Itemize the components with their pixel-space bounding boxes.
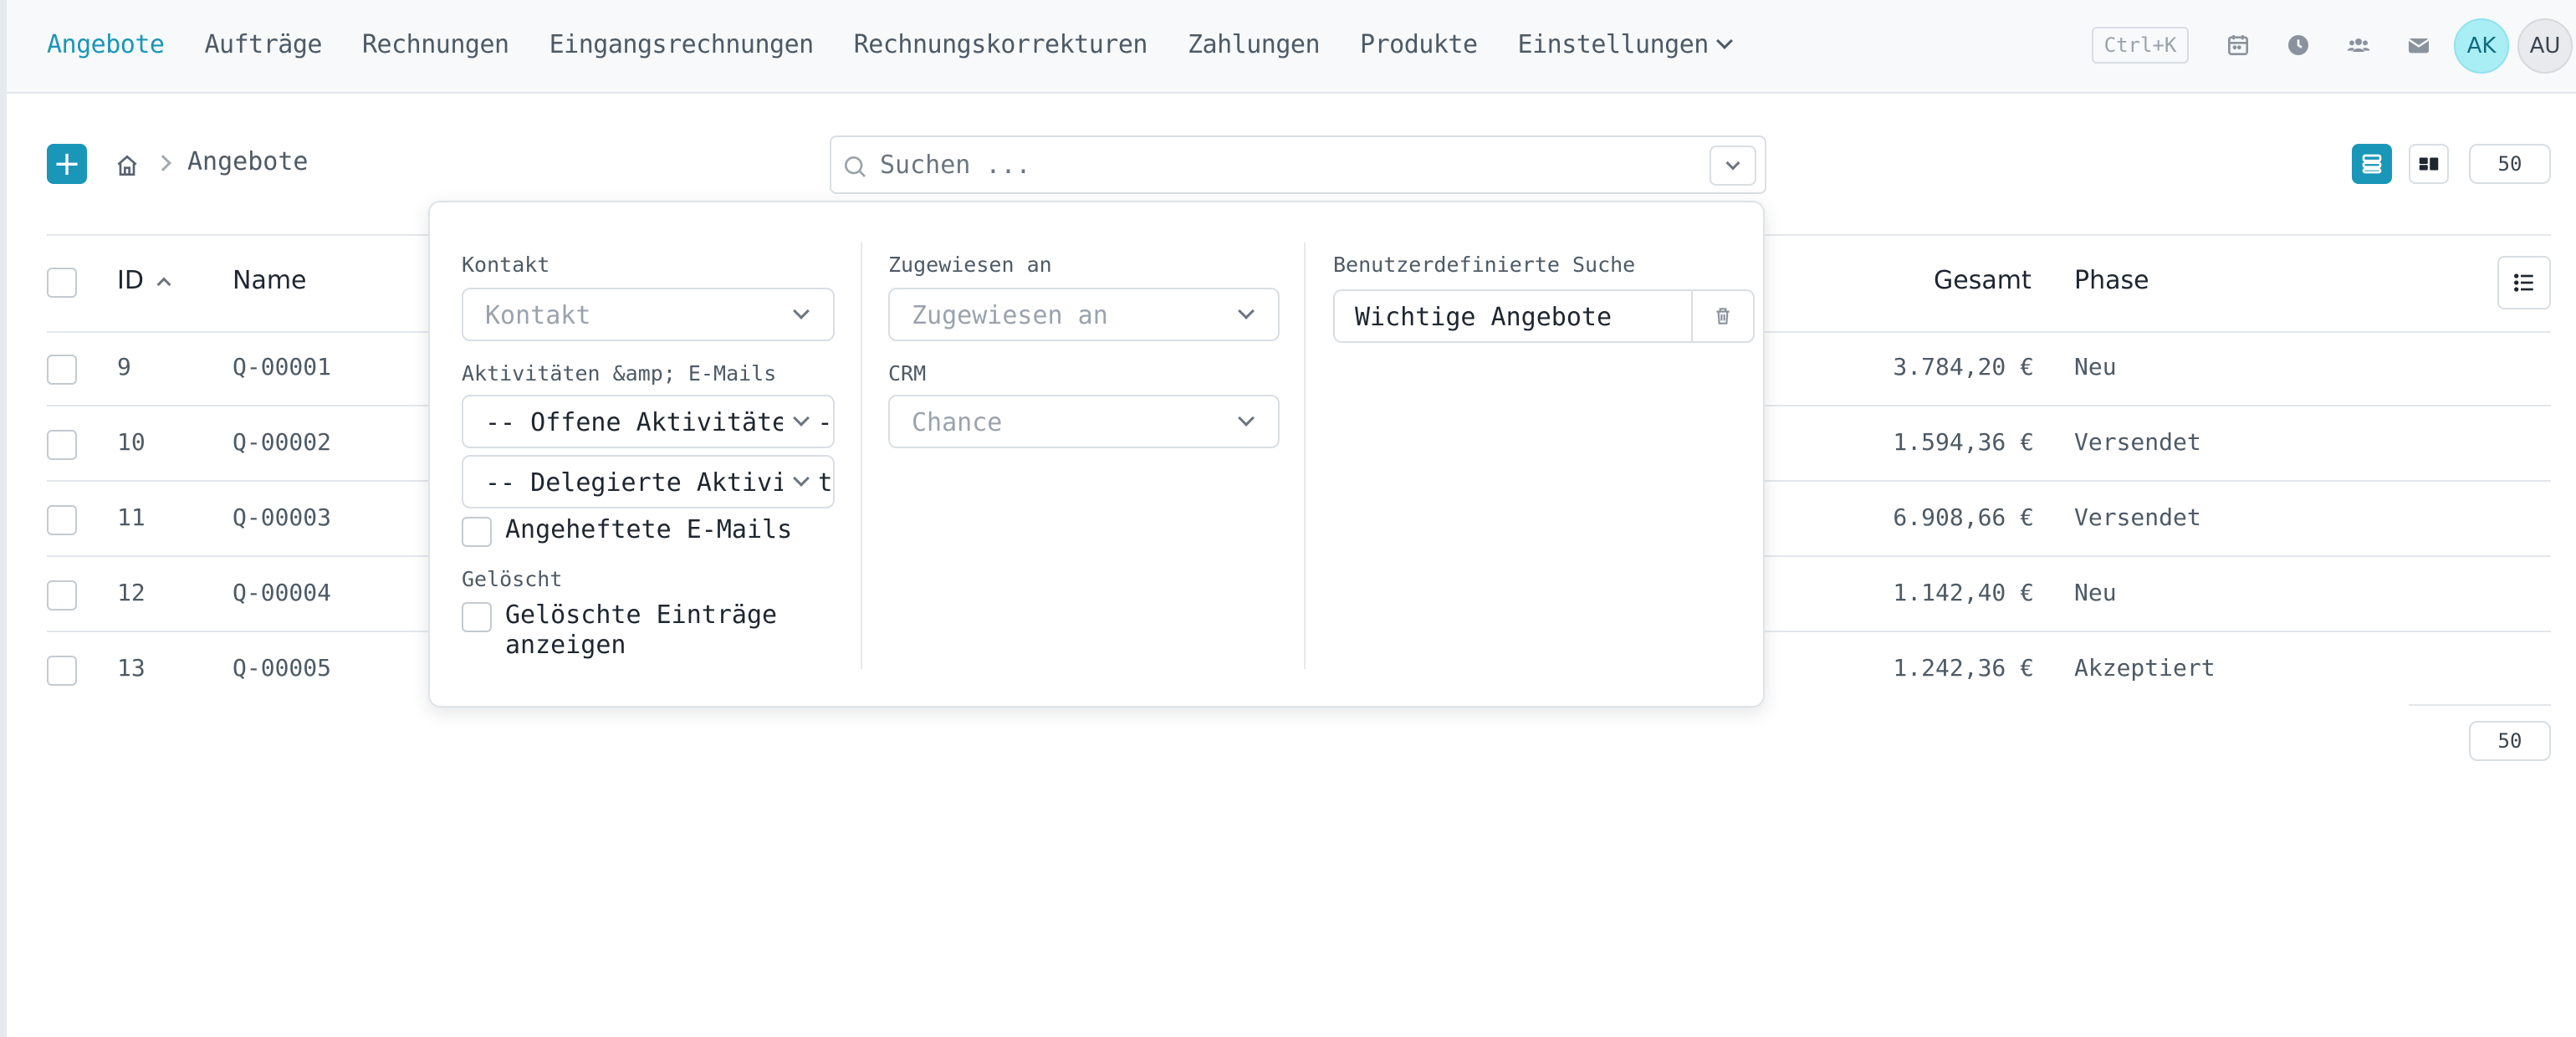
filter-popover: Kontakt Kontakt Aktivitäten &amp; E-Mail…	[428, 201, 1765, 708]
table-cell-phase: Neu	[2074, 579, 2117, 606]
custom-search-label: Benutzerdefinierte Suche	[1333, 253, 1636, 277]
command-palette-shortcut[interactable]: Ctrl+K	[2092, 27, 2189, 64]
nav-item-eingangsrechnungen[interactable]: Eingangsrechnungen	[549, 30, 815, 59]
avatar-ak[interactable]: AK	[2454, 18, 2509, 74]
column-header-name[interactable]: Name	[233, 266, 307, 295]
table-cell-id: 11	[117, 503, 146, 531]
calendar-icon[interactable]	[2225, 32, 2251, 59]
table-cell-name[interactable]: Q-00004	[233, 579, 331, 606]
table-cell-id: 13	[117, 654, 146, 682]
kanban-view-button[interactable]	[2409, 144, 2449, 184]
table-cell-id: 10	[117, 428, 146, 456]
crm-select-placeholder: Chance	[912, 408, 1003, 437]
row-checkbox[interactable]	[47, 355, 77, 385]
crm-label: CRM	[888, 361, 927, 386]
chevron-down-icon	[1715, 33, 1733, 49]
main-nav: Angebote Aufträge Rechnungen Eingangsrec…	[47, 0, 1733, 89]
contact-label: Kontakt	[462, 253, 550, 277]
row-checkbox[interactable]	[47, 430, 77, 460]
row-checkbox[interactable]	[47, 505, 77, 535]
show-deleted-label[interactable]: Gelöschte Einträge anzeigen	[505, 600, 831, 661]
table-cell-phase: Neu	[2074, 353, 2117, 381]
table-cell-phase: Versendet	[2074, 503, 2201, 531]
table-cell-total: 1.242,36 €	[1893, 654, 2034, 682]
add-button[interactable]: +	[47, 144, 87, 184]
nav-item-rechnungskorrekturen[interactable]: Rechnungskorrekturen	[854, 30, 1148, 59]
per-page-select-bottom[interactable]: 50	[2469, 721, 2551, 761]
contact-select-placeholder: Kontakt	[485, 301, 591, 330]
search-filter-toggle[interactable]	[1710, 146, 1756, 186]
table-cell-total: 6.908,66 €	[1893, 503, 2034, 531]
delete-custom-search-button[interactable]	[1691, 289, 1755, 343]
table-cell-phase: Versendet	[2074, 428, 2201, 456]
breadcrumb-separator-icon	[155, 155, 171, 171]
nav-item-produkte[interactable]: Produkte	[1360, 30, 1478, 59]
select-all-checkbox[interactable]	[47, 268, 77, 298]
row-divider	[2409, 704, 2551, 706]
custom-search-item[interactable]: Wichtige Angebote	[1333, 289, 1693, 343]
chevron-down-icon	[1228, 396, 1265, 447]
table-cell-name[interactable]: Q-00001	[233, 353, 331, 381]
column-divider	[1304, 243, 1306, 669]
clock-icon[interactable]	[2285, 32, 2312, 59]
custom-search-name: Wichtige Angebote	[1355, 303, 1613, 332]
avatar-au[interactable]: AU	[2517, 18, 2573, 74]
pinned-emails-checkbox[interactable]	[462, 517, 492, 547]
window-left-border	[0, 0, 7, 1037]
crm-select[interactable]: Chance	[888, 395, 1280, 448]
table-cell-name[interactable]: Q-00003	[233, 503, 331, 531]
chevron-down-icon	[783, 396, 820, 447]
column-divider	[861, 243, 862, 669]
table-cell-total: 3.784,20 €	[1893, 353, 2034, 381]
table-cell-id: 12	[117, 579, 146, 606]
chevron-down-icon	[1228, 289, 1265, 340]
search-input[interactable]: Suchen ...	[880, 151, 1031, 180]
top-navigation-bar: Angebote Aufträge Rechnungen Eingangsrec…	[7, 0, 2576, 94]
users-icon[interactable]	[2345, 32, 2372, 59]
per-page-select[interactable]: 50	[2469, 144, 2551, 184]
table-cell-id: 9	[117, 353, 131, 381]
mail-icon[interactable]	[2405, 32, 2432, 59]
column-header-id[interactable]: ID	[117, 266, 144, 295]
search-bar[interactable]: Suchen ...	[830, 135, 1766, 194]
open-activities-select[interactable]: -- Offene Aktivitäten --	[462, 395, 835, 448]
nav-item-einstellungen-label: Einstellungen	[1517, 29, 1710, 59]
activities-label: Aktivitäten &amp; E-Mails	[462, 361, 777, 386]
table-cell-phase: Akzeptiert	[2074, 654, 2216, 682]
column-header-phase[interactable]: Phase	[2074, 266, 2149, 295]
nav-item-einstellungen[interactable]: Einstellungen	[1517, 29, 1733, 59]
nav-item-rechnungen[interactable]: Rechnungen	[362, 30, 509, 59]
nav-item-angebote[interactable]: Angebote	[47, 30, 165, 59]
pinned-emails-label[interactable]: Angeheftete E-Mails	[505, 515, 792, 545]
delegated-activities-select[interactable]: -- Delegierte Aktivitäten --	[462, 455, 835, 508]
assigned-label: Zugewiesen an	[888, 253, 1052, 277]
table-cell-name[interactable]: Q-00005	[233, 654, 331, 682]
nav-item-auftraege[interactable]: Aufträge	[205, 30, 323, 59]
table-cell-total: 1.594,36 €	[1893, 428, 2034, 456]
search-icon	[841, 153, 868, 180]
list-view-button[interactable]	[2352, 144, 2392, 184]
sort-ascending-icon[interactable]	[156, 277, 171, 292]
row-checkbox[interactable]	[47, 580, 77, 610]
show-deleted-checkbox[interactable]	[462, 602, 492, 632]
assigned-select-placeholder: Zugewiesen an	[912, 301, 1108, 330]
chevron-down-icon	[1725, 156, 1740, 171]
row-checkbox[interactable]	[47, 656, 77, 686]
deleted-label: Gelöscht	[462, 567, 563, 591]
trash-icon	[1716, 308, 1730, 324]
contact-select[interactable]: Kontakt	[462, 288, 835, 341]
breadcrumb-current: Angebote	[187, 147, 309, 176]
chevron-down-icon	[783, 457, 820, 507]
table-cell-total: 1.142,40 €	[1893, 579, 2034, 606]
home-icon[interactable]	[114, 152, 141, 179]
column-settings-button[interactable]	[2497, 256, 2551, 309]
nav-item-zahlungen[interactable]: Zahlungen	[1188, 30, 1321, 59]
column-header-total[interactable]: Gesamt	[1934, 266, 2032, 295]
chevron-down-icon	[783, 289, 820, 340]
table-cell-name[interactable]: Q-00002	[233, 428, 331, 456]
assigned-select[interactable]: Zugewiesen an	[888, 288, 1280, 341]
